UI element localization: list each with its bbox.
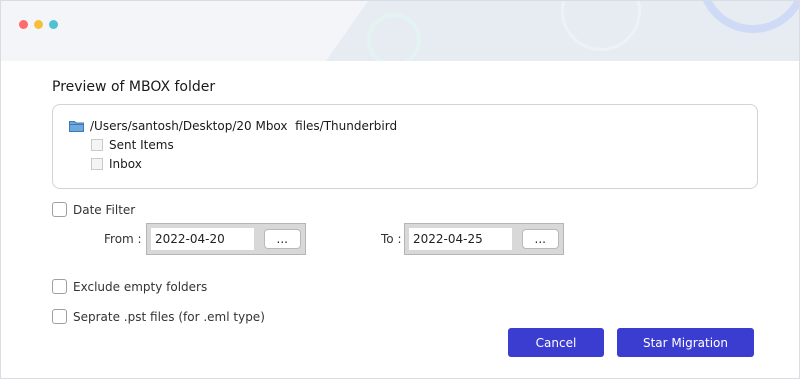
to-date-input[interactable]: 2022-04-25: [409, 228, 512, 250]
start-migration-button[interactable]: Star Migration: [617, 328, 754, 357]
separate-pst-label: Seprate .pst files (for .eml type): [73, 309, 265, 324]
from-date-picker-button[interactable]: ...: [263, 229, 301, 249]
to-date-group: 2022-04-25 ...: [404, 223, 564, 255]
tree-item-label: Inbox: [109, 157, 142, 171]
decorative-ring: [367, 13, 421, 61]
folder-tree: /Users/santosh/Desktop/20 Mbox files/Thu…: [52, 104, 758, 189]
folder-icon: [69, 120, 84, 132]
preview-heading: Preview of MBOX folder: [52, 79, 216, 95]
date-filter-label: Date Filter: [73, 202, 136, 217]
window-controls: [19, 20, 58, 29]
cancel-button[interactable]: Cancel: [508, 328, 604, 357]
file-icon: [91, 139, 103, 151]
close-window-button[interactable]: [19, 20, 28, 29]
tree-root-folder[interactable]: /Users/santosh/Desktop/20 Mbox files/Thu…: [69, 119, 397, 133]
tree-item-inbox[interactable]: Inbox: [91, 157, 142, 171]
root-path-label: /Users/santosh/Desktop/20 Mbox files/Thu…: [90, 119, 398, 133]
separate-pst-option[interactable]: Seprate .pst files (for .eml type): [52, 309, 265, 324]
date-filter-checkbox[interactable]: [52, 202, 67, 217]
exclude-empty-option[interactable]: Exclude empty folders: [52, 279, 207, 294]
file-icon: [91, 158, 103, 170]
from-date-input[interactable]: 2022-04-20: [151, 228, 254, 250]
exclude-empty-label: Exclude empty folders: [73, 279, 208, 294]
zoom-window-button[interactable]: [49, 20, 58, 29]
tree-item-label: Sent Items: [109, 138, 174, 152]
dialog-window: Preview of MBOX folder /Users/santosh/De…: [0, 0, 800, 379]
from-date-group: 2022-04-20 ...: [146, 223, 306, 255]
minimize-window-button[interactable]: [34, 20, 43, 29]
separate-pst-checkbox[interactable]: [52, 309, 67, 324]
title-bar: [1, 1, 799, 61]
exclude-empty-checkbox[interactable]: [52, 279, 67, 294]
from-label: From :: [104, 232, 142, 246]
tree-item-sent-items[interactable]: Sent Items: [91, 138, 174, 152]
to-label: To :: [381, 232, 402, 246]
date-filter-option[interactable]: Date Filter: [52, 202, 135, 217]
to-date-picker-button[interactable]: ...: [521, 229, 559, 249]
